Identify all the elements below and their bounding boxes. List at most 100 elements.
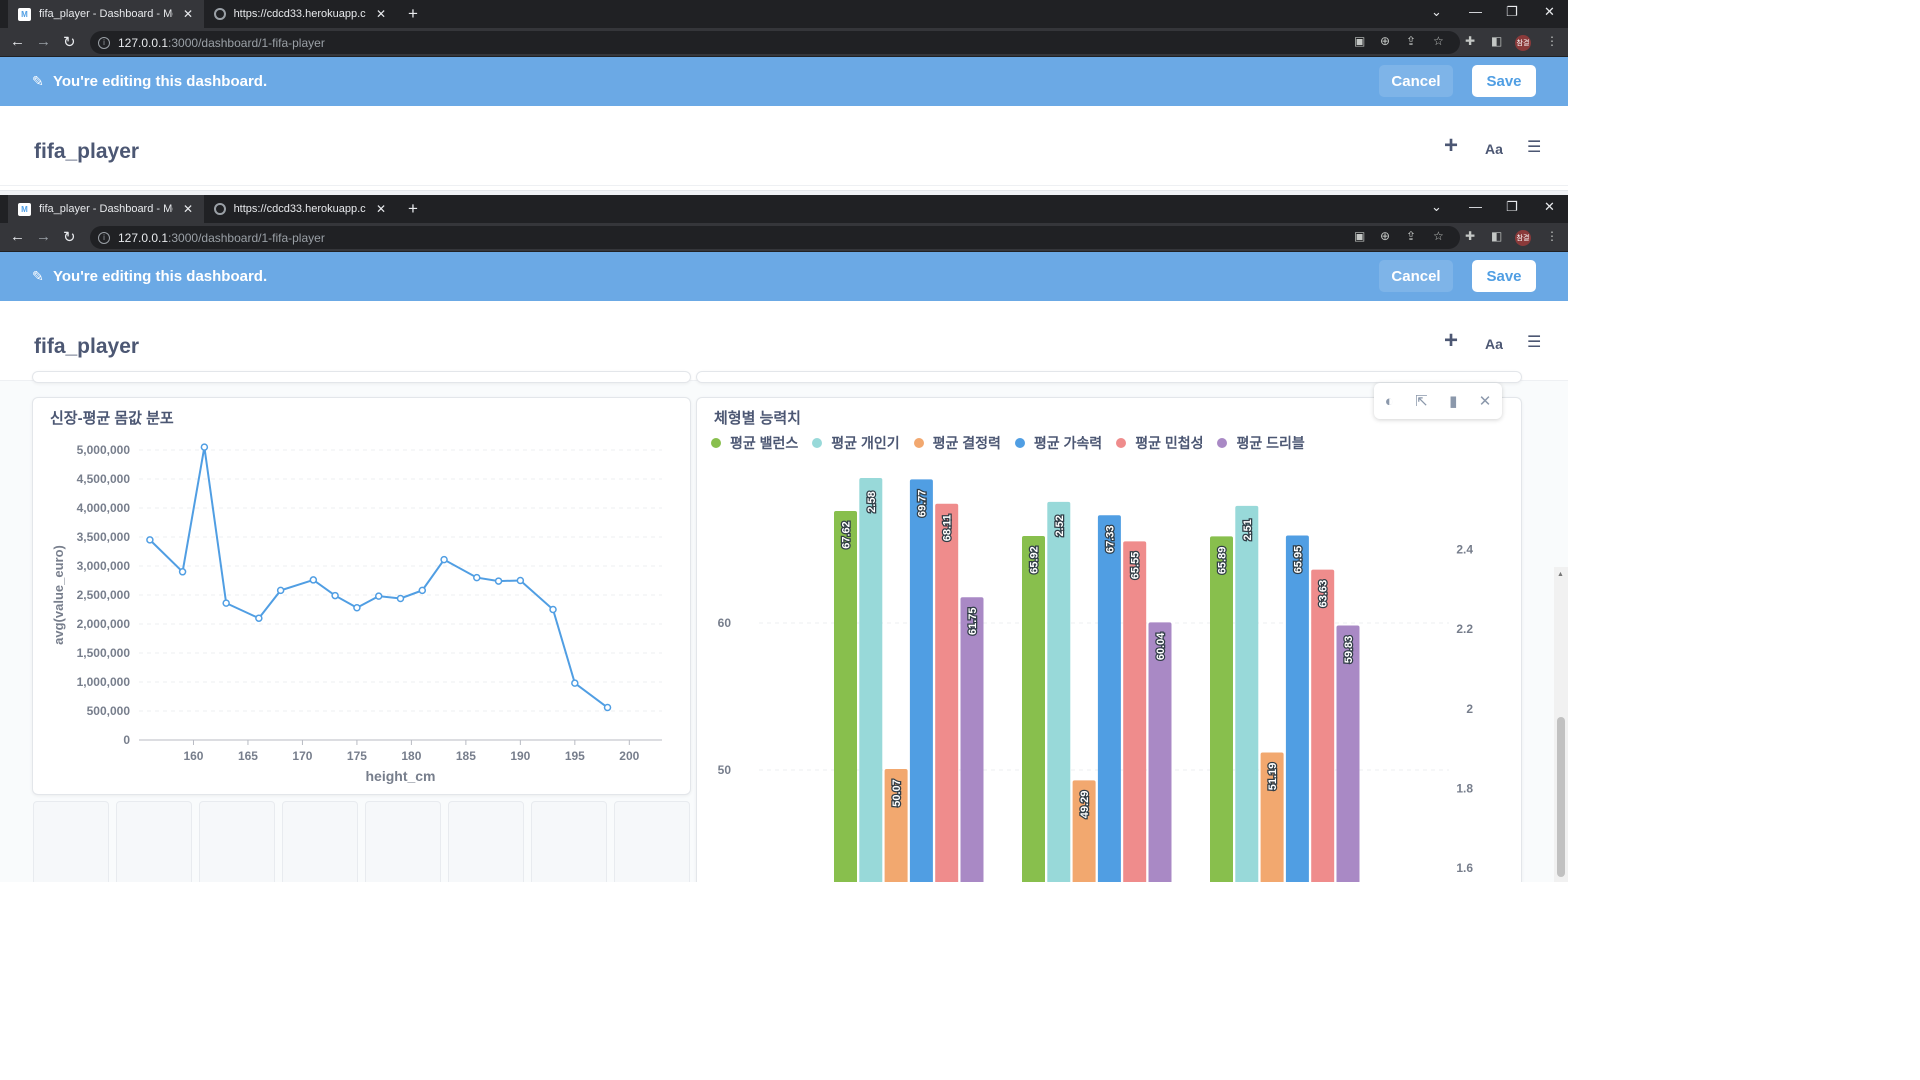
scroll-up-icon[interactable]: ▲	[1557, 571, 1564, 578]
bookmark-star-icon[interactable]: ☆	[1433, 34, 1444, 48]
add-card-icon[interactable]: +	[1444, 327, 1458, 355]
visualize-icon[interactable]: ▮	[1449, 392, 1457, 410]
window-close-icon[interactable]: ✕	[1544, 4, 1555, 20]
tab-close-icon[interactable]: ✕	[376, 202, 386, 216]
y-tick-label: 3,500,000	[77, 530, 131, 544]
bar	[1235, 505, 1259, 882]
menu-kebab-icon[interactable]: ⋮	[1546, 229, 1558, 243]
tab-metabase[interactable]: M fifa_player - Dashboard - Metabase ✕	[8, 0, 204, 28]
profile-avatar[interactable]: 참결	[1515, 230, 1531, 246]
grid-cell	[448, 801, 524, 882]
side-panel-icon[interactable]: ◧	[1491, 229, 1502, 243]
share-icon[interactable]: ⇪	[1406, 34, 1416, 48]
bar	[1123, 541, 1147, 882]
globe-icon	[214, 8, 226, 20]
url-input[interactable]: i 127.0.0.1 :3000/dashboard/1-fifa-playe…	[90, 226, 1460, 249]
filter-icon[interactable]: ☰	[1527, 137, 1541, 157]
bar	[1210, 536, 1233, 882]
restore-icon[interactable]: ❐	[1506, 4, 1518, 20]
window-close-icon[interactable]: ✕	[1544, 199, 1555, 215]
zoom-icon[interactable]: ⊕	[1380, 229, 1390, 243]
browser-window-main: M fifa_player - Dashboard - Metabase ✕ h…	[0, 195, 1568, 882]
back-icon[interactable]: ←	[10, 33, 25, 50]
tab-close-icon[interactable]: ✕	[183, 7, 193, 21]
tab-close-icon[interactable]: ✕	[183, 202, 193, 216]
edit-mode-message: You're editing this dashboard.	[53, 268, 268, 285]
data-point	[309, 576, 318, 584]
data-label: 65.89	[1217, 547, 1229, 575]
data-label: 67.62	[841, 521, 853, 549]
tab-title: https://cdcd33.herokuapp.com	[233, 8, 366, 20]
data-label: 2.51	[1242, 519, 1254, 540]
page-scrollbar[interactable]: ▲	[1554, 567, 1568, 882]
save-button[interactable]: Save	[1472, 65, 1536, 97]
data-point	[374, 592, 383, 600]
minimize-icon[interactable]: —	[1469, 4, 1482, 19]
palette-icon[interactable]: ◐	[1385, 393, 1394, 410]
edit-mode-bar: ✎ You're editing this dashboard. Cancel …	[0, 252, 1568, 301]
save-button[interactable]: Save	[1472, 260, 1536, 292]
scroll-thumb[interactable]	[1557, 717, 1565, 877]
edit-mode-bar: ✎ You're editing this dashboard. Cancel …	[0, 57, 1568, 106]
cancel-button[interactable]: Cancel	[1379, 260, 1453, 292]
new-tab-button[interactable]: +	[408, 4, 418, 24]
data-label: 65.92	[1029, 546, 1041, 574]
reload-icon[interactable]: ↻	[63, 33, 76, 51]
side-panel-icon[interactable]: ◧	[1491, 34, 1502, 48]
filter-icon[interactable]: ☰	[1527, 332, 1541, 352]
close-icon[interactable]: ✕	[1479, 392, 1492, 410]
data-label: 63.63	[1318, 580, 1330, 608]
data-point	[603, 703, 612, 712]
site-info-icon[interactable]: i	[98, 36, 110, 49]
metabase-favicon-icon: M	[18, 7, 31, 21]
translate-icon[interactable]: ▣	[1354, 34, 1365, 48]
add-text-icon[interactable]: Aa	[1485, 141, 1503, 157]
bookmark-star-icon[interactable]: ☆	[1433, 229, 1444, 243]
share-icon[interactable]: ⇪	[1406, 229, 1416, 243]
forward-icon[interactable]: →	[36, 228, 51, 245]
bar	[1148, 622, 1172, 882]
back-icon[interactable]: ←	[10, 228, 25, 245]
data-point	[353, 604, 361, 612]
zoom-icon[interactable]: ⊕	[1380, 34, 1390, 48]
x-tick-label: 160	[183, 749, 203, 763]
line-chart-card[interactable]: 신장-평균 몸값 분포 0 500,000 1,000,000 1,500,000 2,…	[32, 397, 691, 795]
site-info-icon[interactable]: i	[98, 231, 110, 244]
bar-chart-card[interactable]: 체형별 능력치 평균 밸런스 평균 개인기 평균 결정력 평균 가속력 평균 민첩성 평균…	[696, 397, 1522, 882]
extensions-icon[interactable]: ✚	[1465, 229, 1475, 243]
y-tick-label: 2,500,000	[77, 588, 131, 602]
menu-kebab-icon[interactable]: ⋮	[1546, 34, 1558, 48]
minimize-icon[interactable]: —	[1469, 199, 1482, 214]
data-point	[494, 577, 503, 585]
grid-cell	[531, 801, 607, 882]
bar	[1022, 535, 1045, 882]
forward-icon[interactable]: →	[36, 33, 51, 50]
add-text-icon[interactable]: Aa	[1485, 336, 1503, 352]
tab-close-icon[interactable]: ✕	[376, 7, 386, 21]
replace-icon[interactable]: ⇱	[1415, 392, 1428, 410]
x-tick-label: 170	[292, 749, 312, 763]
add-card-icon[interactable]: +	[1444, 132, 1458, 160]
tab-search-icon[interactable]: ⌄	[1431, 199, 1442, 215]
tab-metabase[interactable]: M fifa_player - Dashboard - Metabase ✕	[8, 195, 204, 223]
tab-heroku[interactable]: https://cdcd33.herokuapp.com ✕	[204, 0, 396, 28]
tab-search-icon[interactable]: ⌄	[1431, 4, 1442, 20]
y-tick-label: 0	[123, 733, 130, 747]
url-input[interactable]: i 127.0.0.1 :3000/dashboard/1-fifa-playe…	[90, 31, 1460, 54]
profile-avatar[interactable]: 참결	[1515, 35, 1531, 51]
x-tick-label: 165	[238, 749, 258, 763]
extensions-icon[interactable]: ✚	[1465, 34, 1475, 48]
data-point	[396, 594, 405, 603]
cancel-button[interactable]: Cancel	[1379, 65, 1453, 97]
data-label: 50.07	[891, 779, 903, 807]
new-tab-button[interactable]: +	[408, 199, 418, 219]
data-label: 59.83	[1343, 636, 1355, 664]
tab-heroku[interactable]: https://cdcd33.herokuapp.com ✕	[204, 195, 396, 223]
reload-icon[interactable]: ↻	[63, 228, 76, 246]
data-point	[418, 586, 427, 595]
restore-icon[interactable]: ❐	[1506, 199, 1518, 215]
translate-icon[interactable]: ▣	[1354, 229, 1365, 243]
dashboard-title[interactable]: fifa_player	[34, 140, 139, 164]
y-tick-label: 4,000,000	[77, 501, 131, 515]
dashboard-title[interactable]: fifa_player	[34, 335, 139, 359]
